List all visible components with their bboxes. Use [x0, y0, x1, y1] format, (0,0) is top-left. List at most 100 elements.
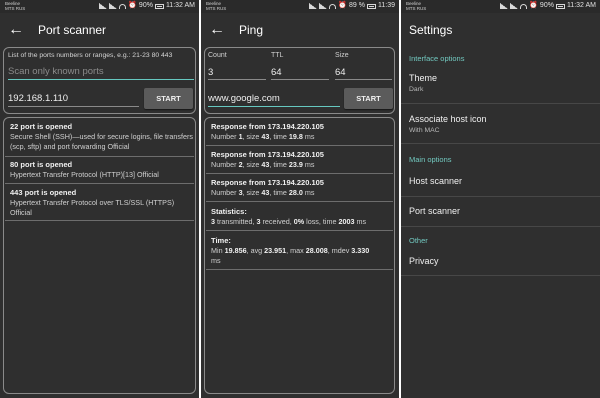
host-icon-value: With MAC	[409, 127, 440, 134]
privacy-setting[interactable]: Privacy	[409, 256, 439, 266]
statistics-detail: 3 transmitted, 3 received, 0% loss, time…	[211, 217, 367, 226]
result-desc: Hypertext Transfer Protocol (HTTP)[13] O…	[10, 170, 159, 179]
battery-icon	[154, 3, 164, 9]
carrier-2: MTS RUS	[406, 6, 427, 11]
host-icon-label: Associate host icon	[409, 114, 487, 124]
start-button[interactable]: START	[344, 88, 393, 109]
ping-input-card: Count TTL Size START	[204, 47, 395, 114]
size-input[interactable]	[335, 65, 392, 80]
carrier-info: Beeline MTS RUS	[406, 1, 426, 11]
divider	[401, 103, 600, 104]
port-scanner-screen: Beeline MTS RUS ⏰ 90% 11:32 AM ← Port sc…	[0, 0, 199, 398]
ports-input[interactable]	[8, 64, 194, 80]
scan-input-card: List of the ports numbers or ranges, e.g…	[3, 47, 196, 114]
divider	[206, 230, 393, 231]
divider	[206, 269, 393, 270]
page-title: Settings	[409, 22, 453, 37]
status-bar: Beeline MTS RUS ⏰ 89 % 11:39	[201, 0, 399, 13]
count-input[interactable]	[208, 65, 266, 80]
list-item: 22 port is opened Secure Shell (SSH)—use…	[10, 122, 197, 151]
host-input[interactable]	[8, 91, 139, 107]
response-detail: Number 1, size 43, time 19.8 ms	[211, 132, 315, 141]
divider	[5, 156, 194, 157]
response-detail: Number 2, size 43, time 23.9 ms	[211, 160, 315, 169]
divider	[206, 201, 393, 202]
arrow-back-icon[interactable]: ←	[8, 21, 30, 38]
carrier-2: MTS RUS	[5, 6, 26, 11]
alarm-icon: ⏰	[529, 2, 538, 9]
signal-icon	[309, 3, 318, 9]
divider	[206, 145, 393, 146]
wifi-icon	[520, 3, 528, 9]
ping-results-card: Response from 173.194.220.105 Number 1, …	[204, 117, 395, 394]
carrier-2: MTS RUS	[206, 6, 227, 11]
divider	[5, 220, 194, 221]
statistics-item: Statistics: 3 transmitted, 3 received, 0…	[211, 207, 398, 227]
divider	[401, 196, 600, 197]
statistics-title: Statistics:	[211, 207, 247, 216]
response-title: Response from 173.194.220.105	[211, 178, 324, 187]
app-bar: ← Port scanner	[0, 13, 199, 46]
signal-icon	[99, 3, 108, 9]
result-desc: Hypertext Transfer Protocol over TLS/SSL…	[10, 198, 175, 217]
battery-percent: 90%	[539, 2, 554, 9]
alarm-icon: ⏰	[338, 2, 348, 9]
status-bar: Beeline MTS RUS ⏰ 90% 11:32 AM	[401, 0, 600, 13]
result-title: 22 port is opened	[10, 122, 73, 131]
ping-screen: Beeline MTS RUS ⏰ 89 % 11:39 ← Ping Coun…	[201, 0, 399, 398]
divider	[401, 275, 600, 276]
list-item: Response from 173.194.220.105 Number 3, …	[211, 178, 398, 198]
theme-value: Dark	[409, 86, 424, 93]
status-bar: Beeline MTS RUS ⏰ 90% 11:32 AM	[0, 0, 199, 13]
settings-screen: Beeline MTS RUS ⏰ 90% 11:32 AM Settings …	[401, 0, 600, 398]
divider	[5, 183, 194, 184]
list-item: 80 port is opened Hypertext Transfer Pro…	[10, 160, 197, 180]
clock: 11:32 AM	[165, 2, 195, 9]
status-icons: ⏰ 89 % 11:39	[309, 1, 395, 11]
size-label: Size	[335, 52, 349, 59]
result-title: 80 port is opened	[10, 160, 73, 169]
other-header: Other	[409, 236, 428, 245]
interface-options-header: Interface options	[409, 54, 465, 63]
ttl-input[interactable]	[271, 65, 329, 80]
host-scanner-setting[interactable]: Host scanner	[409, 176, 462, 186]
list-item: 443 port is opened Hypertext Transfer Pr…	[10, 188, 197, 217]
app-bar: ← Ping	[201, 13, 399, 46]
count-label: Count	[208, 52, 227, 59]
arrow-back-icon[interactable]: ←	[209, 21, 231, 38]
results-card: 22 port is opened Secure Shell (SSH)—use…	[3, 117, 196, 394]
carrier-info: Beeline MTS RUS	[206, 1, 226, 11]
clock: 11:39	[378, 2, 395, 9]
status-icons: ⏰ 90% 11:32 AM	[99, 1, 195, 11]
host-input[interactable]	[208, 91, 340, 107]
start-button[interactable]: START	[144, 88, 193, 109]
time-title: Time:	[211, 236, 231, 245]
signal-icon	[500, 3, 509, 9]
response-title: Response from 173.194.220.105	[211, 150, 324, 159]
signal-icon	[510, 3, 519, 9]
list-item: Response from 173.194.220.105 Number 2, …	[211, 150, 398, 170]
ports-hint: List of the ports numbers or ranges, e.g…	[8, 52, 173, 59]
battery-percent: 90%	[138, 2, 153, 9]
carrier-info: Beeline MTS RUS	[5, 1, 25, 11]
ttl-label: TTL	[271, 52, 284, 59]
status-icons: ⏰ 90% 11:32 AM	[500, 1, 596, 11]
page-title: Ping	[239, 22, 264, 37]
divider	[401, 226, 600, 227]
port-scanner-setting[interactable]: Port scanner	[409, 206, 460, 216]
battery-icon	[555, 3, 565, 9]
signal-icon	[319, 3, 328, 9]
time-detail: Min 19.856, avg 23.951, max 28.008, mdev…	[211, 246, 370, 265]
main-options-header: Main options	[409, 155, 452, 164]
result-desc: Secure Shell (SSH)—used for secure login…	[10, 132, 193, 151]
divider	[401, 143, 600, 144]
app-bar: Settings	[401, 13, 600, 46]
theme-label: Theme	[409, 73, 438, 83]
battery-percent: 89 %	[349, 2, 365, 9]
signal-icon	[109, 3, 118, 9]
wifi-icon	[329, 3, 337, 9]
alarm-icon: ⏰	[128, 2, 137, 9]
time-item: Time: Min 19.856, avg 23.951, max 28.008…	[211, 236, 398, 265]
wifi-icon	[119, 3, 127, 9]
page-title: Port scanner	[38, 22, 107, 37]
